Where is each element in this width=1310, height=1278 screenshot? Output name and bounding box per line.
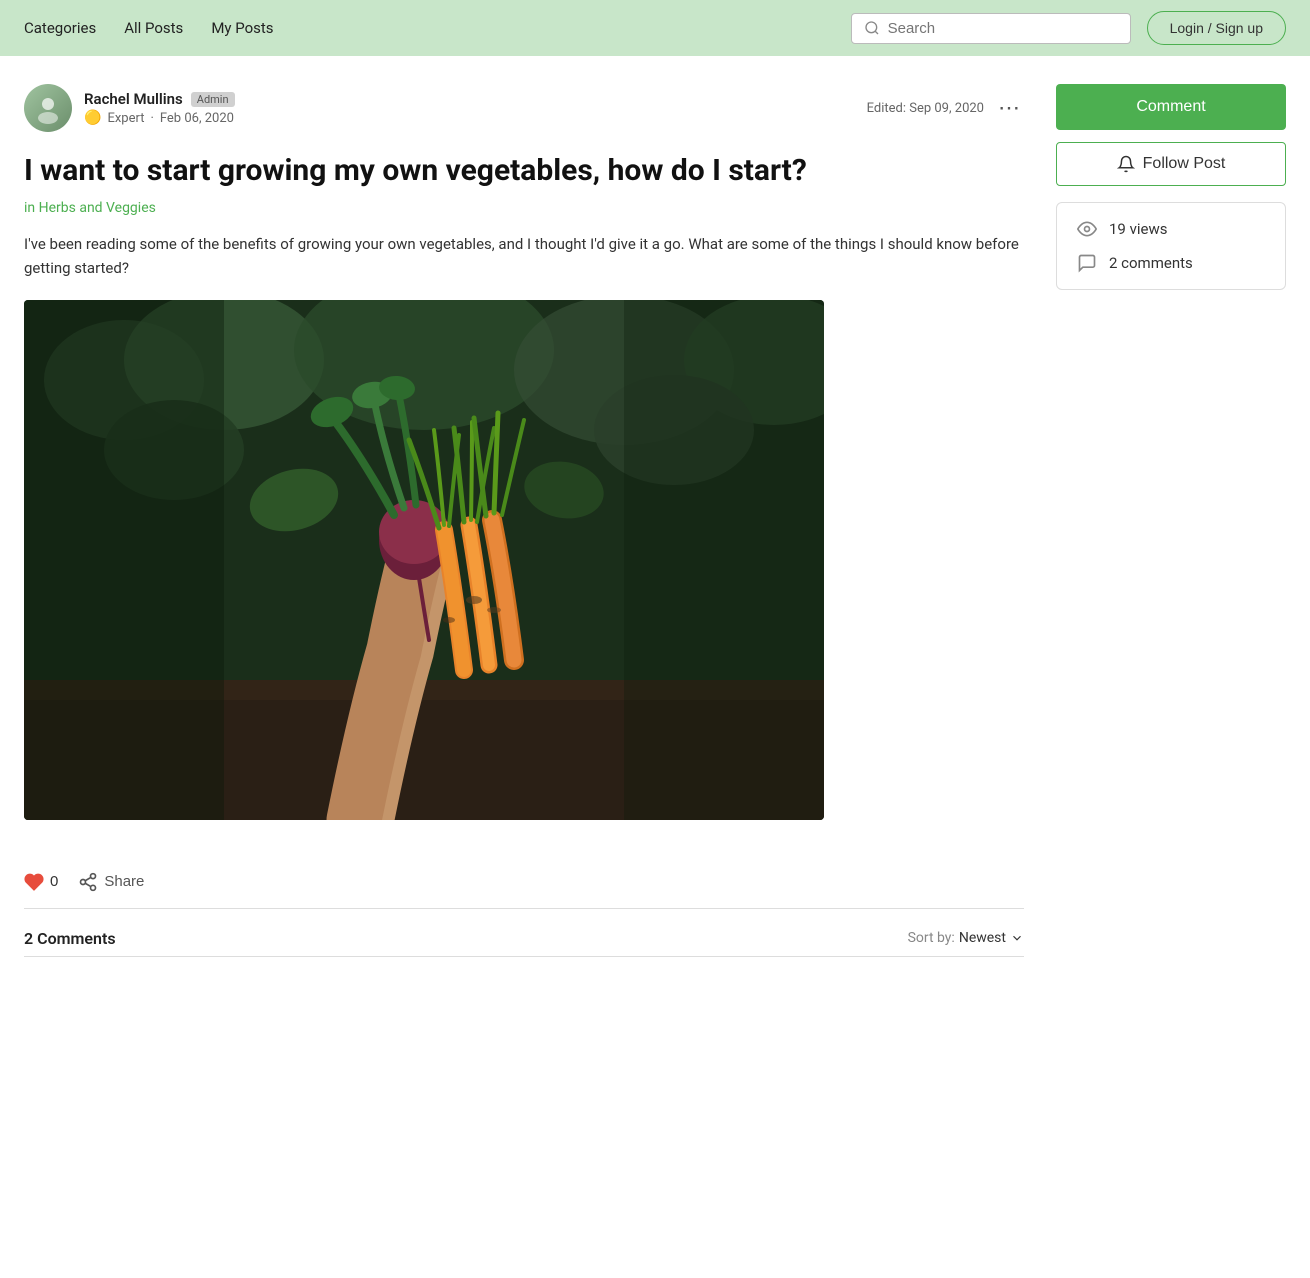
search-bar[interactable] <box>851 13 1131 44</box>
sort-label: Sort by: <box>908 930 955 946</box>
post-body: I've been reading some of the benefits o… <box>24 232 1024 280</box>
bell-icon <box>1117 155 1135 173</box>
author-name: Rachel Mullins <box>84 90 183 108</box>
chevron-down-icon <box>1010 931 1024 945</box>
post-main: Rachel Mullins Admin 🟡 Expert · Feb 06, … <box>24 84 1024 957</box>
views-stat: 19 views <box>1077 219 1265 239</box>
author-badge: Expert <box>107 111 144 126</box>
more-options-button[interactable]: ⋯ <box>994 97 1024 119</box>
comments-divider <box>24 956 1024 957</box>
post-image <box>24 300 824 820</box>
sort-value: Newest <box>959 930 1006 946</box>
edited-date: Sep 09, 2020 <box>909 101 984 116</box>
share-label: Share <box>104 873 144 890</box>
edited-text: Edited: Sep 09, 2020 <box>867 101 984 116</box>
expert-dot: 🟡 <box>84 110 101 126</box>
search-input[interactable] <box>888 20 1118 37</box>
author-role-badge: Admin <box>191 92 235 107</box>
share-button[interactable]: Share <box>78 872 144 892</box>
nav-links: Categories All Posts My Posts <box>24 19 851 37</box>
nav-my-posts[interactable]: My Posts <box>211 19 273 37</box>
comments-stat: 2 comments <box>1077 253 1265 273</box>
follow-post-button[interactable]: Follow Post <box>1056 142 1286 186</box>
comments-count-label: 2 Comments <box>24 929 116 948</box>
heart-icon <box>24 872 44 892</box>
comments-header: 2 Comments Sort by: Newest <box>24 929 1024 948</box>
comment-icon <box>1077 253 1097 273</box>
page-content: Rachel Mullins Admin 🟡 Expert · Feb 06, … <box>0 56 1310 957</box>
vegetable-image <box>24 300 824 820</box>
nav-all-posts[interactable]: All Posts <box>124 19 183 37</box>
nav-categories[interactable]: Categories <box>24 19 96 37</box>
views-count: 19 views <box>1109 220 1167 238</box>
author-info: Rachel Mullins Admin 🟡 Expert · Feb 06, … <box>24 84 235 132</box>
comments-count: 2 comments <box>1109 254 1193 272</box>
author-meta: Rachel Mullins Admin 🟡 Expert · Feb 06, … <box>84 90 235 126</box>
actions-row: 0 Share <box>24 856 1024 909</box>
like-button[interactable]: 0 <box>24 872 58 892</box>
comment-button[interactable]: Comment <box>1056 84 1286 130</box>
author-row: Rachel Mullins Admin 🟡 Expert · Feb 06, … <box>24 84 1024 132</box>
post-date: Feb 06, 2020 <box>160 111 234 126</box>
navigation: Categories All Posts My Posts Login / Si… <box>0 0 1310 56</box>
stats-box: 19 views 2 comments <box>1056 202 1286 290</box>
post-title: I want to start growing my own vegetable… <box>24 152 1024 190</box>
avatar-icon <box>32 92 64 124</box>
login-button[interactable]: Login / Sign up <box>1147 11 1286 45</box>
sort-by[interactable]: Sort by: Newest <box>908 930 1024 946</box>
share-icon <box>78 872 98 892</box>
post-category[interactable]: in Herbs and Veggies <box>24 200 1024 216</box>
author-dot: · <box>150 111 153 126</box>
eye-icon <box>1077 219 1097 239</box>
follow-label: Follow Post <box>1143 155 1226 173</box>
author-name-row: Rachel Mullins Admin <box>84 90 235 108</box>
edited-row: Edited: Sep 09, 2020 ⋯ <box>867 97 1024 119</box>
sidebar: Comment Follow Post 19 views 2 comments <box>1056 84 1286 957</box>
avatar <box>24 84 72 132</box>
search-icon <box>864 20 880 36</box>
like-count: 0 <box>50 873 58 890</box>
author-sub: 🟡 Expert · Feb 06, 2020 <box>84 110 235 126</box>
